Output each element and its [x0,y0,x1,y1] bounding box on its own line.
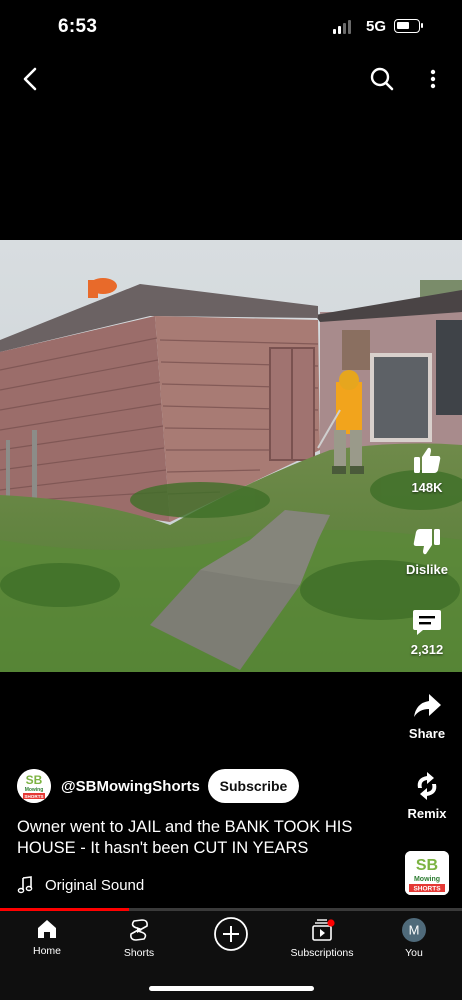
more-options-button[interactable] [424,66,442,92]
share-icon [414,694,441,717]
status-time: 6:53 [58,16,98,37]
search-button[interactable] [369,66,395,92]
thumbs-up-icon [414,447,441,473]
svg-text:Mowing: Mowing [25,787,44,793]
chevron-left-icon [23,67,37,91]
video-player[interactable] [0,240,462,672]
nav-create[interactable] [191,916,271,952]
network-type: 5G [366,18,387,35]
comment-icon [413,610,441,635]
sound-label: Original Sound [45,876,145,894]
thumbs-down-icon [413,529,440,555]
battery-icon [394,19,423,33]
channel-logo: SB Mowing SHORTS [17,769,51,803]
svg-text:SB: SB [26,773,43,787]
svg-text:M: M [409,923,420,938]
channel-avatar[interactable]: SB Mowing SHORTS [17,769,51,803]
nav-subscriptions[interactable]: Subscriptions [282,918,362,959]
share-button[interactable]: Share [397,690,457,741]
home-indicator [149,986,314,991]
music-note-icon [17,876,33,894]
share-label: Share [408,726,446,741]
avatar: M [402,918,426,942]
svg-text:SB: SB [416,857,438,874]
video-frame [0,240,462,672]
nav-home[interactable]: Home [7,918,87,957]
remix-label: Remix [407,806,447,821]
nav-shorts-label: Shorts [123,947,155,959]
remix-icon [417,772,437,800]
dislike-button[interactable]: Dislike [397,526,457,577]
sound-thumbnail[interactable]: SB Mowing SHORTS [405,851,449,895]
svg-text:SHORTS: SHORTS [24,794,43,799]
back-button[interactable] [18,66,44,92]
signal-icon [333,20,351,34]
svg-text:Mowing: Mowing [414,876,440,883]
comments-button[interactable]: 2,312 [397,606,457,657]
like-count: 148K [411,480,443,495]
shorts-icon [130,919,148,941]
nav-you[interactable]: M You [374,918,454,959]
sound-link[interactable]: Original Sound [17,876,144,894]
home-icon [38,920,56,938]
video-caption[interactable]: Owner went to JAIL and the BANK TOOK HIS… [17,817,387,859]
subscribe-button[interactable]: Subscribe [208,769,299,803]
comment-count: 2,312 [410,642,444,657]
search-icon [370,67,394,91]
like-button[interactable]: 148K [397,444,457,495]
nav-shorts[interactable]: Shorts [99,918,179,959]
create-icon [214,917,248,951]
svg-text:SHORTS: SHORTS [413,886,441,893]
more-vertical-icon [430,69,436,89]
subscriptions-icon [312,919,335,941]
channel-logo: SB Mowing SHORTS [405,851,449,895]
remix-button[interactable]: Remix [397,770,457,821]
nav-you-label: You [405,947,423,959]
channel-handle[interactable]: @SBMowingShorts [61,778,200,795]
nav-subscriptions-label: Subscriptions [290,947,354,959]
dislike-label: Dislike [406,562,448,577]
nav-home-label: Home [32,945,61,957]
